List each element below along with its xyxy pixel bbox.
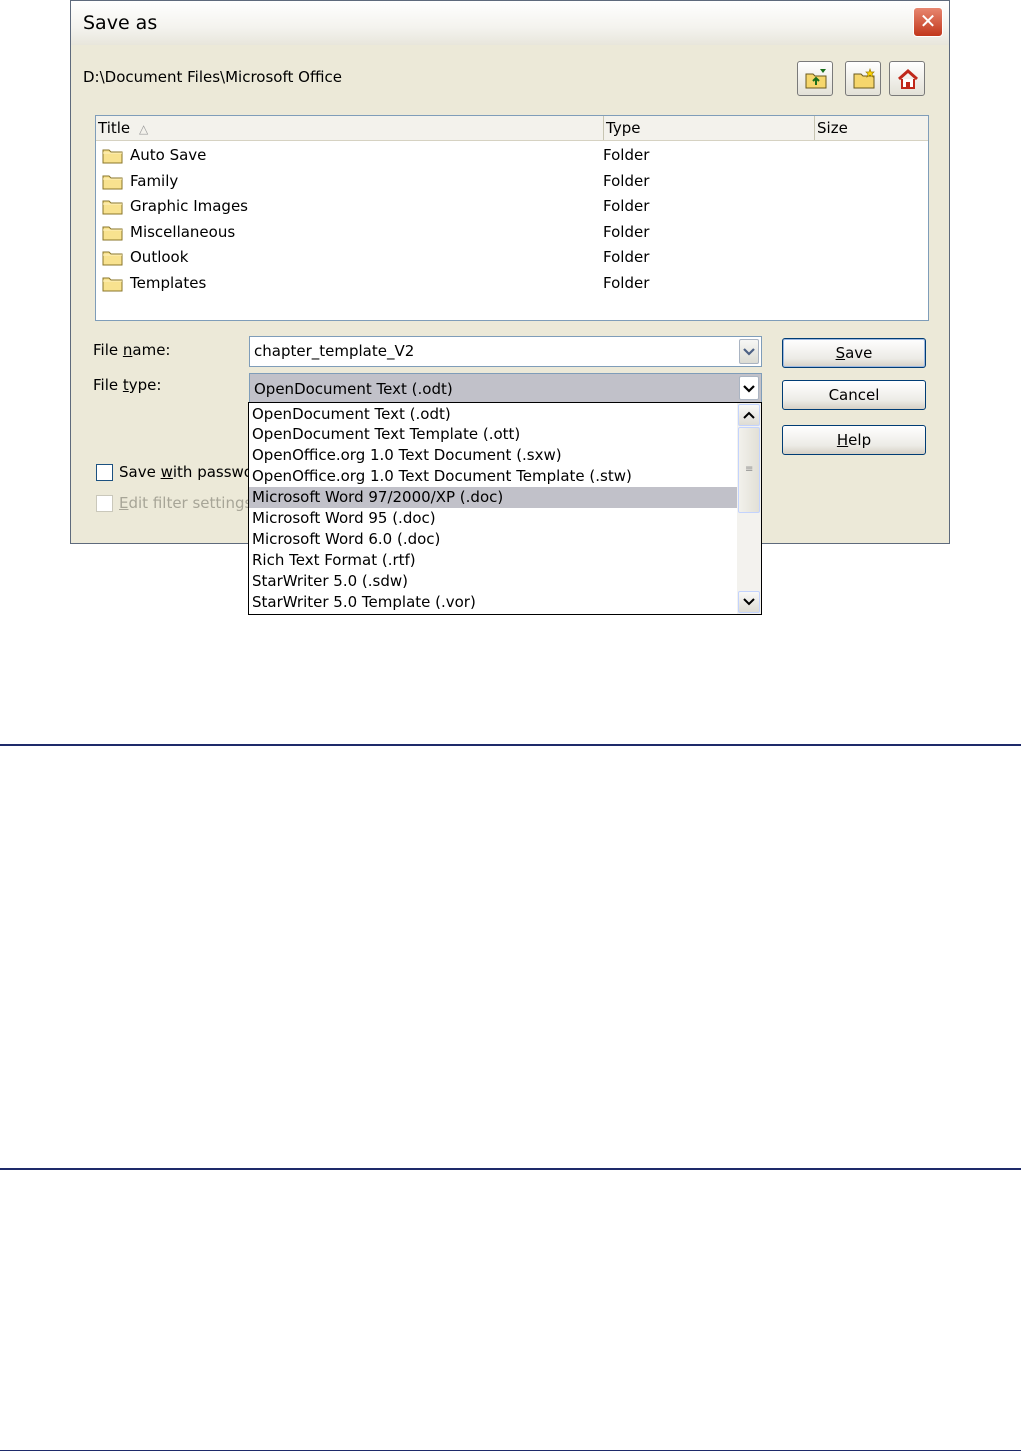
folder-icon: [102, 251, 123, 266]
file-name-label: File name:: [93, 341, 171, 359]
edit-filter-settings-checkbox[interactable]: [96, 495, 113, 512]
folder-up-icon: [805, 69, 827, 89]
file-type-label: File type:: [93, 376, 162, 394]
file-type: Folder: [603, 171, 650, 190]
scroll-up-button[interactable]: [738, 404, 760, 426]
file-type-option[interactable]: StarWriter 5.0 Template (.vor): [249, 592, 737, 613]
file-type: Folder: [603, 146, 650, 164]
folder-icon: [102, 277, 123, 291]
file-name-combobox[interactable]: chapter_template_V2: [249, 336, 762, 367]
home-icon: [898, 68, 918, 89]
file-row[interactable]: Auto Save Folder: [96, 143, 928, 168]
file-name: Family: [130, 171, 179, 190]
file-type-option[interactable]: Rich Text Format (.rtf): [249, 550, 737, 571]
file-type-option[interactable]: Microsoft Word 97/2000/XP (.doc): [249, 487, 737, 509]
file-type: Folder: [603, 273, 650, 292]
folder-icon: [102, 175, 123, 189]
file-type-value: OpenDocument Text (.odt): [254, 380, 453, 398]
folder-icon: [102, 200, 123, 215]
file-row[interactable]: Family Folder: [96, 169, 928, 194]
file-name: Outlook: [130, 248, 189, 266]
file-row[interactable]: Graphic Images Folder: [96, 194, 928, 219]
close-icon: ✕: [919, 9, 937, 33]
cancel-button[interactable]: Cancel: [782, 380, 926, 410]
page-rule: [0, 1450, 1021, 1451]
file-name-dropdown-button[interactable]: [739, 339, 759, 364]
file-type-dropdown-button[interactable]: [739, 376, 759, 400]
file-row[interactable]: Outlook Folder: [96, 245, 928, 270]
save-button[interactable]: Save: [782, 338, 926, 368]
file-type-option[interactable]: OpenOffice.org 1.0 Text Document (.sxw): [249, 445, 737, 466]
file-type-option[interactable]: OpenDocument Text (.odt): [249, 404, 737, 425]
title-bar[interactable]: Save as ✕: [71, 1, 949, 45]
default-directory-button[interactable]: [889, 61, 925, 96]
edit-filter-settings-label: Edit filter settings: [119, 494, 253, 512]
file-type-option[interactable]: Microsoft Word 95 (.doc): [249, 508, 737, 529]
dropdown-scrollbar[interactable]: ≡: [737, 403, 761, 614]
column-header-size[interactable]: Size: [815, 116, 928, 140]
file-name-value: chapter_template_V2: [254, 342, 415, 360]
scroll-down-button[interactable]: [738, 591, 760, 613]
help-button[interactable]: Help: [782, 425, 926, 455]
file-row[interactable]: Templates Folder: [96, 271, 928, 296]
folder-icon: [102, 149, 123, 164]
chevron-down-icon: [743, 348, 755, 356]
current-path: D:\Document Files\Microsoft Office: [83, 68, 342, 86]
file-name: Graphic Images: [130, 197, 248, 215]
file-type-dropdown-list[interactable]: OpenDocument Text (.odt) OpenDocument Tex…: [248, 402, 762, 615]
file-type: Folder: [603, 197, 650, 215]
file-type: Folder: [603, 248, 650, 266]
file-name: Miscellaneous: [130, 222, 236, 241]
file-type-option[interactable]: StarWriter 5.0 (.sdw): [249, 571, 737, 592]
column-header-title[interactable]: Title △: [96, 116, 604, 140]
window-title: Save as: [83, 12, 158, 34]
page-rule: [0, 744, 1021, 746]
sort-ascending-icon: △: [138, 122, 149, 136]
file-type: Folder: [603, 222, 650, 241]
chevron-down-icon: [743, 385, 755, 393]
save-with-password-checkbox[interactable]: [96, 464, 113, 481]
grip-icon: ≡: [745, 464, 754, 475]
file-type-option[interactable]: OpenDocument Text Template (.ott): [249, 424, 737, 445]
scroll-thumb[interactable]: ≡: [738, 427, 760, 513]
close-button[interactable]: ✕: [913, 7, 943, 37]
column-header-type[interactable]: Type: [604, 116, 815, 140]
new-folder-icon: [853, 68, 875, 89]
create-new-folder-button[interactable]: [845, 61, 881, 96]
chevron-up-icon: [743, 411, 755, 419]
file-list[interactable]: Title △ Type Size Auto Save Folder Family F…: [95, 115, 929, 321]
file-type-combobox[interactable]: OpenDocument Text (.odt): [249, 373, 762, 403]
file-type-option[interactable]: Microsoft Word 6.0 (.doc): [249, 529, 737, 550]
page-rule: [0, 1168, 1021, 1170]
file-list-header: Title △ Type Size: [96, 116, 928, 141]
file-type-option[interactable]: OpenOffice.org 1.0 Text Document Templat…: [249, 466, 737, 487]
file-name: Auto Save: [130, 146, 207, 164]
save-with-password-label: Save with passwo: [119, 463, 253, 481]
file-row[interactable]: Miscellaneous Folder: [96, 220, 928, 245]
file-name: Templates: [130, 273, 207, 292]
folder-icon: [102, 226, 123, 240]
chevron-down-icon: [743, 598, 755, 606]
up-one-level-button[interactable]: [797, 61, 833, 96]
